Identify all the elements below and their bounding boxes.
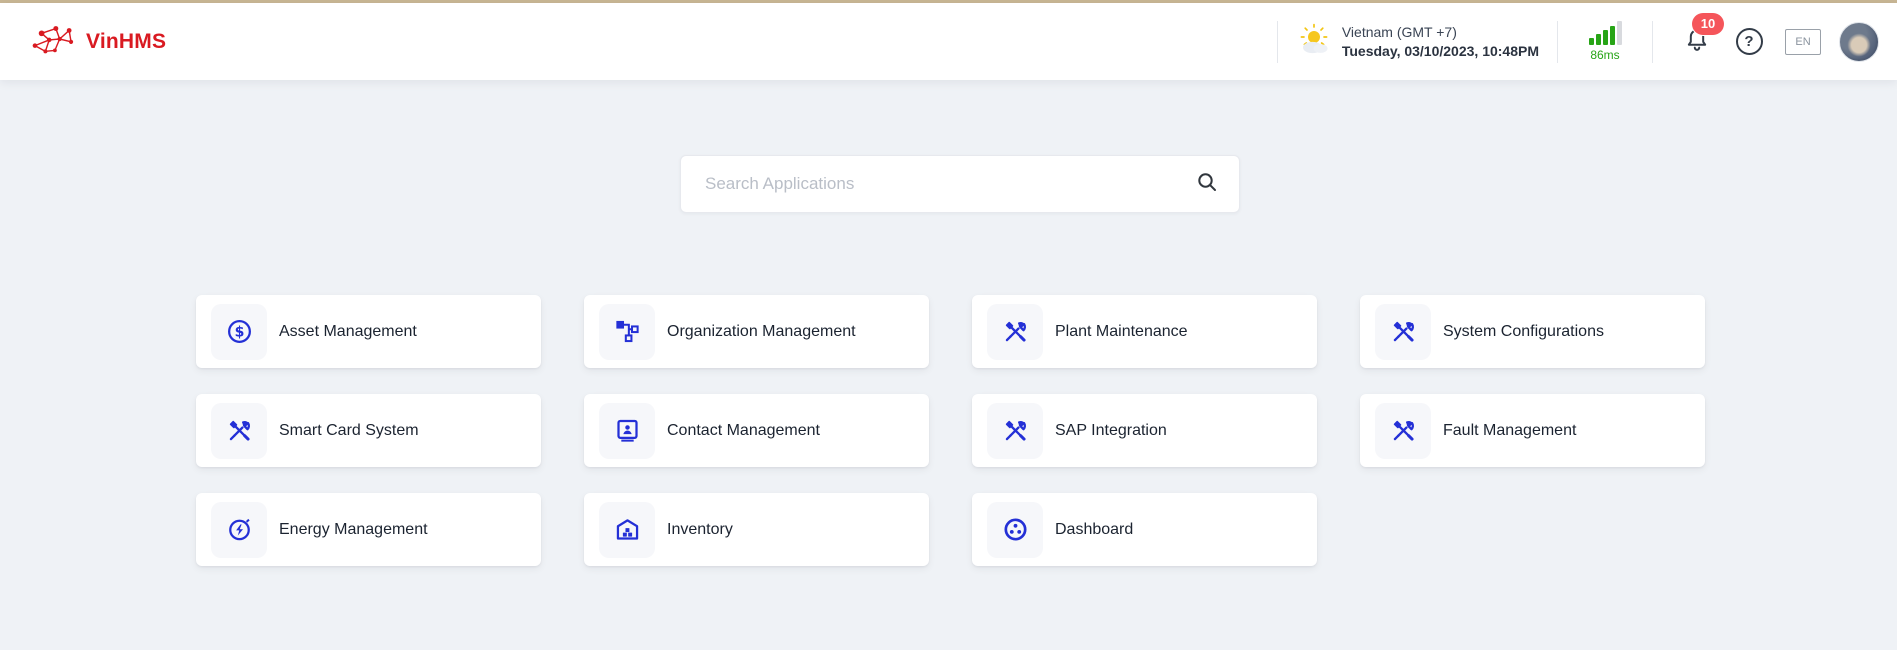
tools-icon — [1375, 304, 1431, 360]
app-header: VinHMS Vietnam (GMT +7) Tuesday, 03/10/2… — [0, 3, 1897, 80]
network-status: 86ms — [1576, 21, 1634, 62]
brand[interactable]: VinHMS — [30, 20, 166, 63]
app-label: Organization Management — [667, 323, 856, 341]
brand-logo-icon — [30, 20, 76, 63]
warehouse-icon — [599, 502, 655, 558]
app-tile-sap-integration[interactable]: SAP Integration — [972, 394, 1317, 467]
app-tile-smart-card-system[interactable]: Smart Card System — [196, 394, 541, 467]
contact-card-icon — [599, 403, 655, 459]
app-tile-dashboard[interactable]: Dashboard — [972, 493, 1317, 566]
app-label: Asset Management — [279, 323, 417, 341]
energy-icon — [211, 502, 267, 558]
app-grid: $ Asset Management Organization Manageme… — [196, 295, 1720, 566]
notification-count-badge: 10 — [1692, 13, 1724, 35]
app-label: Plant Maintenance — [1055, 323, 1188, 341]
app-tile-contact-management[interactable]: Contact Management — [584, 394, 929, 467]
app-tile-system-configurations[interactable]: System Configurations — [1360, 295, 1705, 368]
user-avatar[interactable] — [1839, 22, 1879, 62]
app-label: SAP Integration — [1055, 422, 1167, 440]
search-bar — [680, 155, 1240, 213]
app-tile-asset-management[interactable]: $ Asset Management — [196, 295, 541, 368]
question-circle-icon: ? — [1736, 28, 1763, 55]
sun-cloud-icon — [1296, 22, 1332, 61]
app-tile-fault-management[interactable]: Fault Management — [1360, 394, 1705, 467]
app-tile-energy-management[interactable]: Energy Management — [196, 493, 541, 566]
app-label: System Configurations — [1443, 323, 1604, 341]
launcher-main: $ Asset Management Organization Manageme… — [0, 155, 1897, 566]
app-label: Fault Management — [1443, 422, 1576, 440]
locale-datetime: Tuesday, 03/10/2023, 10:48PM — [1342, 42, 1539, 61]
dollar-circle-icon: $ — [211, 304, 267, 360]
signal-bars-icon — [1589, 21, 1622, 45]
app-label: Inventory — [667, 521, 733, 539]
app-label: Dashboard — [1055, 521, 1133, 539]
app-tile-plant-maintenance[interactable]: Plant Maintenance — [972, 295, 1317, 368]
header-divider — [1652, 21, 1653, 63]
tools-icon — [987, 304, 1043, 360]
tools-icon — [1375, 403, 1431, 459]
language-selector[interactable]: EN — [1785, 29, 1821, 55]
app-tile-organization-management[interactable]: Organization Management — [584, 295, 929, 368]
tools-icon — [987, 403, 1043, 459]
app-label: Contact Management — [667, 422, 820, 440]
org-chart-icon — [599, 304, 655, 360]
locale-text: Vietnam (GMT +7) Tuesday, 03/10/2023, 10… — [1342, 23, 1539, 61]
app-tile-inventory[interactable]: Inventory — [584, 493, 929, 566]
help-button[interactable]: ? — [1732, 25, 1766, 59]
locale-widget: Vietnam (GMT +7) Tuesday, 03/10/2023, 10… — [1296, 22, 1539, 61]
notifications-button[interactable]: 10 — [1680, 25, 1714, 59]
app-label: Smart Card System — [279, 422, 419, 440]
svg-text:$: $ — [234, 324, 244, 340]
latency-label: 86ms — [1590, 48, 1619, 62]
brand-name: VinHMS — [86, 30, 166, 54]
search-icon[interactable] — [1195, 170, 1219, 199]
locale-region: Vietnam (GMT +7) — [1342, 23, 1539, 42]
tools-icon — [211, 403, 267, 459]
app-label: Energy Management — [279, 521, 428, 539]
search-input[interactable] — [705, 174, 1195, 194]
dashboard-icon — [987, 502, 1043, 558]
header-divider — [1557, 21, 1558, 63]
header-right-cluster: Vietnam (GMT +7) Tuesday, 03/10/2023, 10… — [1259, 21, 1879, 63]
header-divider — [1277, 21, 1278, 63]
